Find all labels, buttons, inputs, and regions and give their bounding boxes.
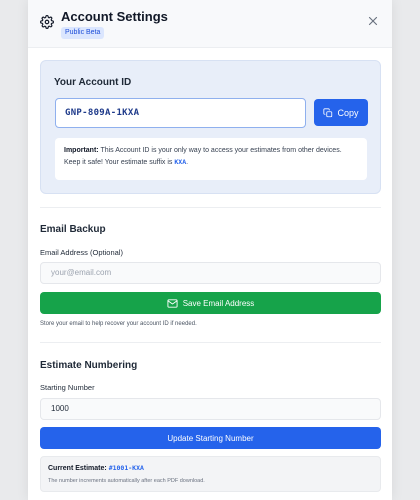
close-icon[interactable] — [366, 14, 380, 28]
copy-label: Copy — [337, 107, 359, 118]
modal-header: Account Settings Public Beta — [28, 0, 392, 48]
mail-icon — [167, 298, 178, 308]
important-notice: Important: This Account ID is your only … — [55, 138, 367, 180]
email-field-label: Email Address (Optional) — [40, 248, 123, 257]
current-estimate-panel: Current Estimate: #1001-KXA The number i… — [40, 456, 381, 492]
important-text: This Account ID is your only way to acce… — [64, 147, 342, 166]
email-hint: Store your email to help recover your ac… — [40, 321, 197, 327]
save-email-button[interactable]: Save Email Address — [40, 292, 381, 314]
current-estimate-note: The number increments automatically afte… — [48, 478, 205, 484]
modal-title: Account Settings — [61, 9, 168, 24]
starting-number-value: 1000 — [51, 404, 69, 413]
section-divider — [40, 207, 381, 208]
estimate-suffix: KXA — [174, 157, 187, 166]
account-id-panel: Your Account ID GNP-809A-1KXA Copy Impor… — [40, 60, 381, 194]
email-backup-title: Email Backup — [40, 224, 106, 235]
save-email-label: Save Email Address — [182, 298, 255, 308]
starting-number-input[interactable]: 1000 — [40, 398, 381, 420]
current-estimate-label: Current Estimate: — [48, 465, 107, 472]
gear-icon — [40, 15, 54, 29]
starting-number-label: Starting Number — [40, 383, 95, 392]
copy-icon — [323, 107, 333, 117]
update-starting-number-button[interactable]: Update Starting Number — [40, 427, 381, 449]
account-id-field[interactable]: GNP-809A-1KXA — [55, 98, 306, 128]
important-label: Important: — [64, 147, 99, 154]
copy-button[interactable]: Copy — [314, 99, 368, 126]
current-estimate-line: Current Estimate: #1001-KXA — [48, 464, 144, 472]
section-divider — [40, 342, 381, 343]
account-id-title: Your Account ID — [54, 77, 132, 88]
beta-badge: Public Beta — [61, 27, 105, 39]
email-placeholder: your@email.com — [51, 268, 112, 277]
important-end: . — [186, 158, 189, 166]
account-settings-modal: Account Settings Public Beta Your Accoun… — [28, 0, 392, 500]
email-input[interactable]: your@email.com — [40, 262, 381, 284]
current-estimate-code: #1001-KXA — [108, 464, 144, 472]
update-label: Update Starting Number — [167, 433, 254, 443]
estimate-numbering-title: Estimate Numbering — [40, 360, 138, 371]
